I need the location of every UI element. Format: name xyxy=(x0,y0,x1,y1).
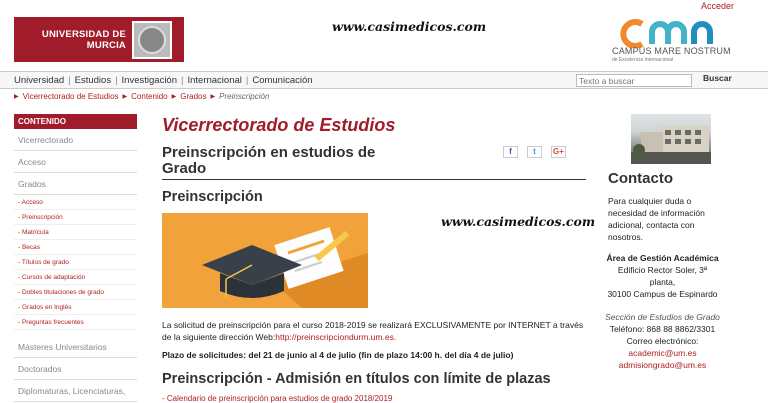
cmn-logo-icon xyxy=(620,19,713,48)
watermark-top: www.casimedicos.com xyxy=(332,19,487,34)
sidebar-header: CONTENIDO xyxy=(14,114,137,129)
contact-intro: Para cualquier duda o necesidad de infor… xyxy=(608,196,705,242)
nav-separator: | xyxy=(245,74,249,86)
section-title: Preinscripción xyxy=(162,189,263,205)
sidebar-sub-titulos[interactable]: - Títulos de grado xyxy=(14,255,137,270)
nav-separator: | xyxy=(115,74,118,86)
acceder-link[interactable]: Acceder xyxy=(701,1,734,11)
sidebar-sub-cursos[interactable]: - Cursos de adaptación xyxy=(14,270,137,285)
nav-separator: | xyxy=(181,74,184,86)
site-header: UNIVERSIDAD DE MURCIA www.casimedicos.co… xyxy=(0,0,768,70)
sidebar-sub-preinscripcion[interactable]: - Preinscripción xyxy=(14,210,137,225)
social-share: f t G+ xyxy=(503,146,566,158)
page-title: Preinscripción en estudios de Grado xyxy=(162,144,376,177)
campus-title: CAMPUS MARE NOSTRUM xyxy=(612,46,731,56)
breadcrumb-contenido[interactable]: Contenido xyxy=(131,92,167,101)
breadcrumb-arrow-icon: ▶ xyxy=(171,94,177,100)
nav-separator: | xyxy=(68,74,71,86)
nav-comunicacion[interactable]: Comunicación xyxy=(252,75,312,86)
preinscription-link[interactable]: http://preinscripciondurm.um.es. xyxy=(275,332,396,342)
sidebar-item-doctorados[interactable]: Doctorados xyxy=(14,358,137,380)
email-label: Correo electrónico: xyxy=(626,336,699,346)
watermark-middle: www.casimedicos.com xyxy=(441,214,596,229)
breadcrumb-arrow-icon: ▶ xyxy=(210,94,216,100)
google-plus-icon[interactable]: G+ xyxy=(551,146,566,158)
deadline-paragraph: Plazo de solicitudes: del 21 de junio al… xyxy=(162,350,514,360)
nav-universidad[interactable]: Universidad xyxy=(14,75,64,86)
twitter-icon[interactable]: t xyxy=(527,146,542,158)
building-image xyxy=(631,126,711,164)
sidebar-sub-ingles[interactable]: - Grados en Inglés xyxy=(14,300,137,315)
section-name: Sección de Estudios de Grado xyxy=(605,312,720,322)
main-content: Vicerrectorado de Estudios Preinscripció… xyxy=(162,114,586,403)
address-line-1: Edificio Rector Soler, 3ª xyxy=(617,265,708,275)
search-button[interactable]: Buscar xyxy=(703,73,732,83)
title-divider xyxy=(162,179,586,180)
sidebar-item-diplomaturas[interactable]: Diplomaturas, Licenciaturas, xyxy=(14,380,137,402)
sidebar-sub-acceso[interactable]: - Acceso xyxy=(14,195,137,210)
university-seal-icon xyxy=(132,20,172,59)
office-name: Área de Gestión Académica xyxy=(606,253,719,263)
calendar-link[interactable]: - Calendario de preinscripción para estu… xyxy=(162,394,392,403)
nav-investigacion[interactable]: Investigación xyxy=(122,75,177,86)
university-name: UNIVERSIDAD DE MURCIA xyxy=(41,28,126,51)
email-admision-link[interactable]: admisiongrado@um.es xyxy=(600,359,725,371)
breadcrumb-vicerrectorado[interactable]: Vicerrectorado de Estudios xyxy=(23,92,119,101)
campus-subtitle: de Excelencia Internacional xyxy=(612,57,674,63)
breadcrumb-arrow-icon: ▶ xyxy=(122,94,128,100)
preinscription-paragraph: La solicitud de preinscripción para el c… xyxy=(162,319,586,343)
nav-internacional[interactable]: Internacional xyxy=(187,75,241,86)
sidebar-item-acceso[interactable]: Acceso xyxy=(14,151,137,173)
sidebar-item-grados[interactable]: Grados xyxy=(14,173,137,195)
facebook-icon[interactable]: f xyxy=(503,146,518,158)
breadcrumb-current: Preinscripción xyxy=(219,92,270,101)
breadcrumb: ▶ Vicerrectorado de Estudios ▶ Contenido… xyxy=(14,92,269,101)
building-photo xyxy=(631,114,711,164)
address-line-3: 30100 Campus de Espinardo xyxy=(607,289,718,299)
breadcrumb-grados[interactable]: Grados xyxy=(180,92,206,101)
search-input[interactable] xyxy=(576,74,692,87)
university-logo[interactable]: UNIVERSIDAD DE MURCIA xyxy=(14,17,184,62)
sidebar-sub-becas[interactable]: - Becas xyxy=(14,240,137,255)
nav-estudios[interactable]: Estudios xyxy=(75,75,111,86)
graduation-cap-icon xyxy=(202,227,368,308)
contact-details: Área de Gestión Académica Edificio Recto… xyxy=(600,252,725,371)
graduation-banner xyxy=(162,213,368,308)
email-academic-link[interactable]: academic@um.es xyxy=(600,347,725,359)
sidebar: CONTENIDO Vicerrectorado Acceso Grados -… xyxy=(14,114,137,402)
sidebar-item-masteres[interactable]: Másteres Universitarios xyxy=(14,336,137,358)
contact-title: Contacto xyxy=(608,170,673,187)
sidebar-sub-preguntas[interactable]: - Preguntas frecuentes xyxy=(14,315,137,330)
phone-number: Teléfono: 868 88 8862/3301 xyxy=(609,324,716,334)
sidebar-sub-dobles[interactable]: - Dobles titulaciones de grado xyxy=(14,285,137,300)
sidebar-item-vicerrectorado[interactable]: Vicerrectorado xyxy=(14,129,137,151)
campus-mare-nostrum-logo[interactable]: CAMPUS MARE NOSTRUM de Excelencia Intern… xyxy=(612,18,731,63)
sidebar-sub-matricula[interactable]: - Matrícula xyxy=(14,225,137,240)
top-navigation: Universidad | Estudios | Investigación |… xyxy=(0,71,768,89)
department-title: Vicerrectorado de Estudios xyxy=(162,115,396,135)
admission-section-title: Preinscripción - Admisión en títulos con… xyxy=(162,371,551,387)
address-line-2: planta, xyxy=(649,277,676,287)
breadcrumb-arrow-icon: ▶ xyxy=(14,94,19,100)
